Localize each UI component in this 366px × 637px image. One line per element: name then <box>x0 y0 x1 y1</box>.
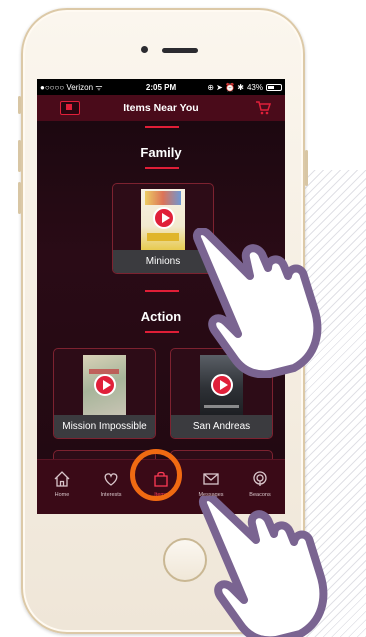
mute-switch <box>18 96 21 114</box>
page-title: Items Near You <box>123 102 199 114</box>
cart-icon[interactable] <box>255 101 271 115</box>
section-divider <box>145 126 179 128</box>
play-icon[interactable] <box>94 374 116 396</box>
front-camera <box>141 46 148 53</box>
item-label: Mission Impossible <box>54 415 155 438</box>
battery-percent: 43% <box>246 82 263 92</box>
volume-up-button <box>18 140 21 172</box>
section-title-family: Family <box>140 145 182 160</box>
heart-icon <box>104 473 118 486</box>
item-card-mission-impossible[interactable]: Mission Impossible <box>53 348 156 439</box>
tab-home[interactable]: Home <box>38 460 86 514</box>
section-divider <box>145 290 179 292</box>
tab-interests[interactable]: Interests <box>87 460 135 514</box>
status-bar: ●○○○○ Verizon ᯤ 2:05 PM ⊕ ➤ ⏰ ✱ 43% <box>37 79 285 95</box>
play-icon[interactable] <box>153 207 175 229</box>
screen-icon[interactable] <box>60 101 80 115</box>
section-divider <box>145 331 179 333</box>
highlight-circle <box>130 449 182 501</box>
section-divider <box>145 167 179 169</box>
item-label: San Andreas <box>171 415 272 438</box>
pointer-hand-icon <box>193 228 322 378</box>
earpiece-speaker <box>162 48 198 53</box>
pointer-hand-icon <box>199 496 328 637</box>
tab-label: Interests <box>100 492 122 498</box>
location-icon: ⊕ ➤ ⏰ ✱ <box>207 82 244 92</box>
tab-label: Home <box>54 492 70 498</box>
navigation-bar: Items Near You <box>37 95 285 121</box>
beacon-icon <box>253 471 267 486</box>
envelope-icon <box>203 473 219 485</box>
home-icon <box>54 471 70 487</box>
battery-icon <box>266 83 282 91</box>
power-button <box>305 150 308 186</box>
volume-down-button <box>18 182 21 214</box>
